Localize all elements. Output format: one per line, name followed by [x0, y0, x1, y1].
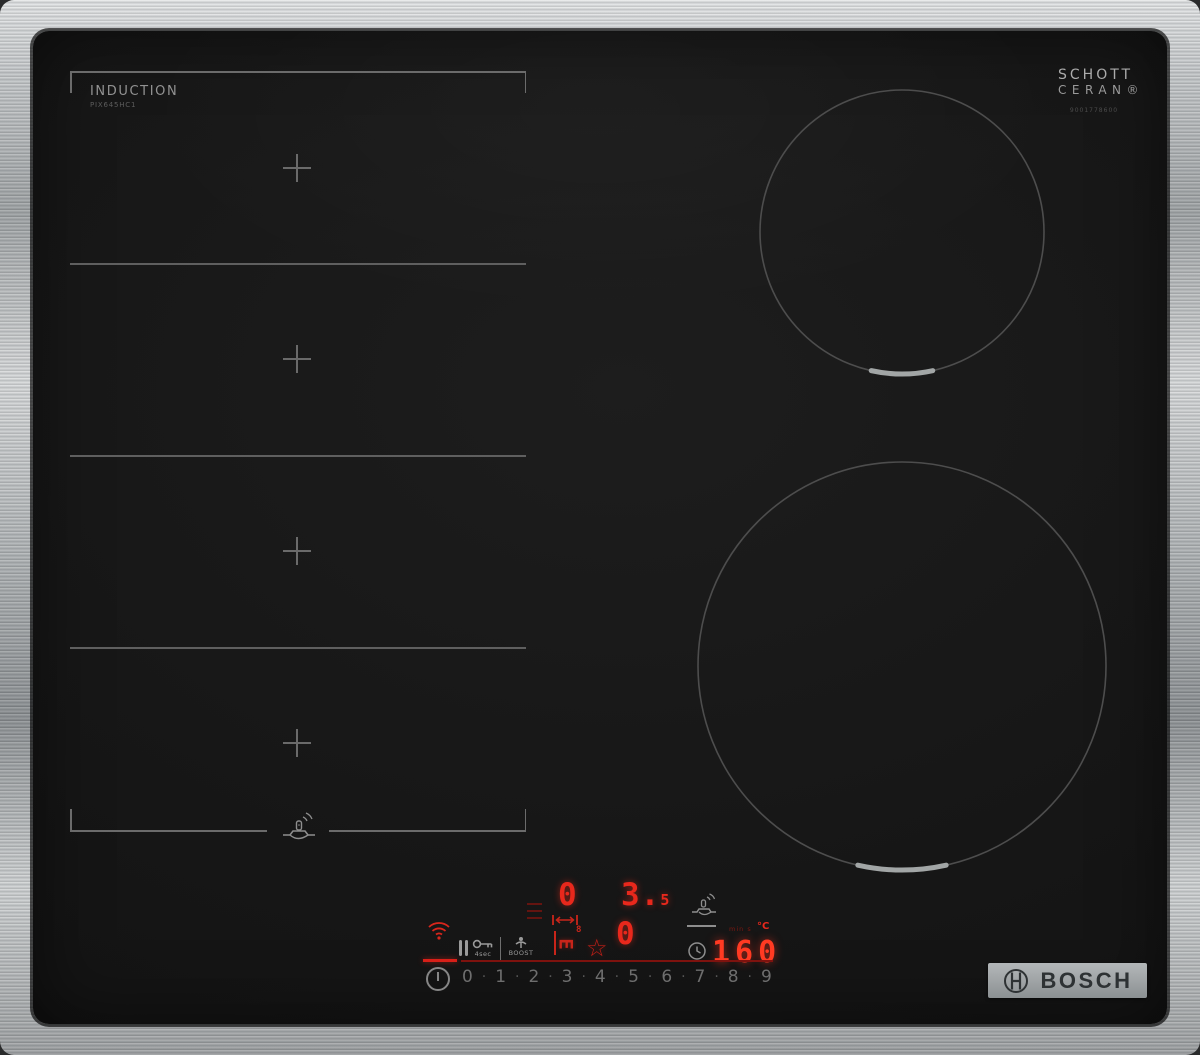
induction-cooktop: INDUCTION PIX645HC1 SCHOTT CERAN® 900177… [0, 0, 1200, 1055]
temp-display: 160 [712, 935, 782, 970]
transfer-badge: 8 [576, 925, 582, 935]
slider-dot: · [515, 969, 520, 985]
slider-dot: · [747, 969, 752, 985]
panel-divider [500, 937, 501, 960]
second-power-display: 0 [616, 916, 636, 952]
boost-icon[interactable]: BOOST [507, 936, 535, 957]
slider-dot: · [647, 969, 653, 985]
wifi-icon[interactable] [426, 919, 452, 941]
slider-digit-7[interactable]: 7 [695, 967, 706, 987]
bosch-logo-text: BOSCH [1040, 967, 1133, 993]
transfer-value: E [554, 938, 577, 950]
transfer-display: E 8 [553, 925, 587, 959]
bosch-logo-plate: BOSCH [988, 963, 1147, 998]
slider-digit-4[interactable]: 4 [595, 967, 606, 987]
slider-digit-3[interactable]: 3 [562, 967, 573, 987]
clock-icon[interactable] [687, 941, 707, 961]
power-button[interactable] [423, 964, 453, 994]
zone-power-decimal: 5 [660, 891, 670, 909]
slider-digit-8[interactable]: 8 [728, 967, 739, 987]
zone-power-display: 3.5 [621, 880, 669, 911]
cook-zone-marker-bottom [695, 459, 1109, 873]
key-lock-label: 4sec [474, 950, 492, 958]
slider-dot: · [481, 969, 487, 985]
slider-highlight-line [423, 959, 457, 962]
slider-digit-5[interactable]: 5 [628, 967, 639, 987]
boost-label: BOOST [508, 949, 534, 957]
slider-dot: · [548, 969, 553, 985]
timer-units-label: min s [729, 925, 752, 933]
move-pan-icon [551, 914, 579, 926]
slider-digit-1[interactable]: 1 [495, 967, 506, 987]
key-lock-icon[interactable]: 4sec [472, 938, 494, 958]
slider-digit-9[interactable]: 9 [761, 967, 772, 987]
cook-zone-ring-top [759, 89, 1045, 375]
pause-icon[interactable] [458, 939, 470, 957]
cook-zone-ring-bottom [697, 461, 1107, 871]
slider-dot: · [581, 969, 586, 985]
slider-track-line[interactable] [461, 960, 773, 962]
frying-sensor-icon[interactable] [688, 892, 720, 920]
power-slider[interactable]: 0 · 1 · 2 · 3 · 4 · 5 · 6 · 7 · 8 · 9 [462, 967, 772, 987]
cook-zone-marker-top [757, 87, 1047, 377]
slider-dot: · [614, 969, 620, 985]
cook-zone-rings [695, 87, 1109, 873]
zone-power-int: 3. [621, 877, 661, 913]
slider-digit-0[interactable]: 0 [462, 967, 473, 987]
star-icon[interactable]: ☆ [586, 936, 608, 960]
slider-digit-6[interactable]: 6 [661, 967, 672, 987]
menu-lines-icon [527, 903, 542, 924]
slider-dot: · [681, 969, 686, 985]
bosch-logo-symbol [1003, 968, 1028, 993]
timer-divider-line [687, 925, 716, 927]
slider-dot: · [714, 969, 719, 985]
slider-digit-2[interactable]: 2 [528, 967, 539, 987]
temp-units-label: °C [757, 921, 770, 932]
flex-power-display: 0 [558, 877, 578, 913]
